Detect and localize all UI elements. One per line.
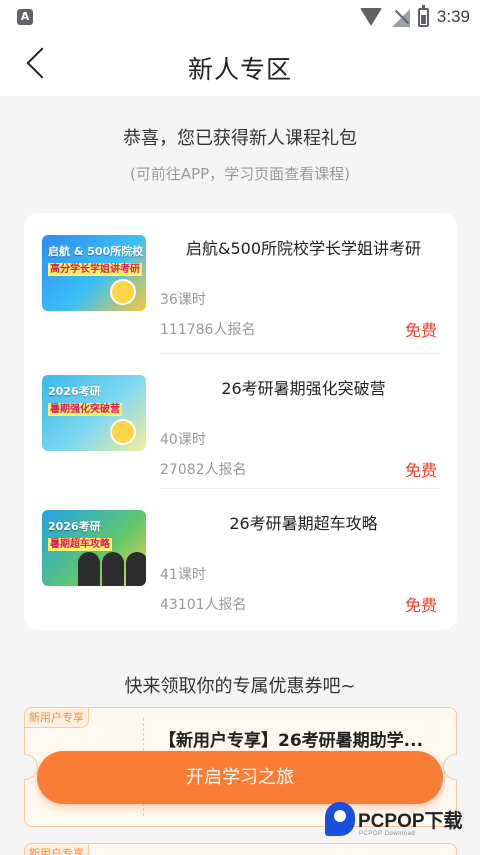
status-time: 3:39 <box>436 7 470 26</box>
thumbnail-subtext: 暑期强化突破营 <box>48 403 122 416</box>
course-thumbnail: 2026考研 暑期超车攻略 <box>42 510 146 586</box>
coupon-notch <box>443 754 457 780</box>
navigation-bar: 新人专区 <box>0 34 480 96</box>
course-enrolled: 27082人报名 <box>160 462 247 478</box>
course-enrolled: 111786人报名 <box>160 322 256 338</box>
battery-icon <box>417 4 429 27</box>
thumbnail-text: 2026考研 <box>48 520 101 533</box>
watermark-sub: PCPOP Download <box>359 831 416 837</box>
status-icons: 3:39 <box>359 4 470 28</box>
app-notification-icon: A <box>17 9 33 25</box>
watermark-logo: PCPOP下载 PCPOP Download <box>325 802 475 842</box>
course-item[interactable]: 2026考研 暑期强化突破营 26考研暑期强化突破营 40课时 27082人报名… <box>24 353 457 489</box>
teacher-image <box>78 552 100 586</box>
coupon-tag: 新用户专享 <box>25 844 89 855</box>
course-price: 免费 <box>404 461 437 480</box>
course-title: 启航&500所院校学长学姐讲考研 <box>185 239 422 258</box>
course-lessons: 36课时 <box>160 292 206 308</box>
wifi-icon <box>359 8 382 26</box>
gift-heading: 恭喜，您已获得新人课程礼包 <box>123 128 357 149</box>
coupon-title: 【新用户专享】26考研暑期助学... <box>159 731 424 751</box>
course-item[interactable]: 启航 & 500所院校 高分学长学姐讲考研 启航&500所院校学长学姐讲考研 3… <box>24 213 457 349</box>
status-bar: A 3:39 <box>0 0 480 34</box>
course-lessons: 40课时 <box>160 432 206 448</box>
coupon-card[interactable]: 新用户专享 <box>24 843 457 855</box>
coupon-tag: 新用户专享 <box>25 708 89 728</box>
start-learning-button[interactable]: 开启学习之旅 <box>37 751 443 804</box>
course-lessons: 41课时 <box>160 567 206 583</box>
teacher-image <box>126 552 146 586</box>
course-list-card: 启航 & 500所院校 高分学长学姐讲考研 启航&500所院校学长学姐讲考研 3… <box>24 213 457 630</box>
thumbnail-subtext: 暑期超车攻略 <box>48 538 112 551</box>
course-thumbnail: 启航 & 500所院校 高分学长学姐讲考研 <box>42 235 146 311</box>
gift-subheading: (可前往APP，学习页面查看课程) <box>129 165 351 183</box>
course-thumbnail: 2026考研 暑期强化突破营 <box>42 375 146 451</box>
teacher-image <box>102 552 124 586</box>
watermark-brand: PCPOP下载 <box>358 811 463 832</box>
mascot-icon <box>110 279 136 305</box>
thumbnail-text: 2026考研 <box>48 385 101 398</box>
course-enrolled: 43101人报名 <box>160 597 247 613</box>
no-signal-icon <box>390 7 410 27</box>
course-price: 免费 <box>404 321 437 340</box>
page-title: 新人专区 <box>187 55 292 84</box>
thumbnail-subtext: 高分学长学姐讲考研 <box>48 263 142 276</box>
mascot-icon <box>110 419 136 445</box>
thumbnail-text: 启航 & 500所院校 <box>48 245 144 258</box>
pcpop-logo-icon <box>325 802 355 836</box>
coupon-heading: 快来领取你的专属优惠券吧~ <box>124 676 356 697</box>
course-title: 26考研暑期强化突破营 <box>221 379 386 398</box>
coupon-notch <box>24 754 38 780</box>
course-price: 免费 <box>404 596 437 615</box>
course-title: 26考研暑期超车攻略 <box>229 514 378 533</box>
course-item[interactable]: 2026考研 暑期超车攻略 26考研暑期超车攻略 41课时 43101人报名 免… <box>24 488 457 624</box>
